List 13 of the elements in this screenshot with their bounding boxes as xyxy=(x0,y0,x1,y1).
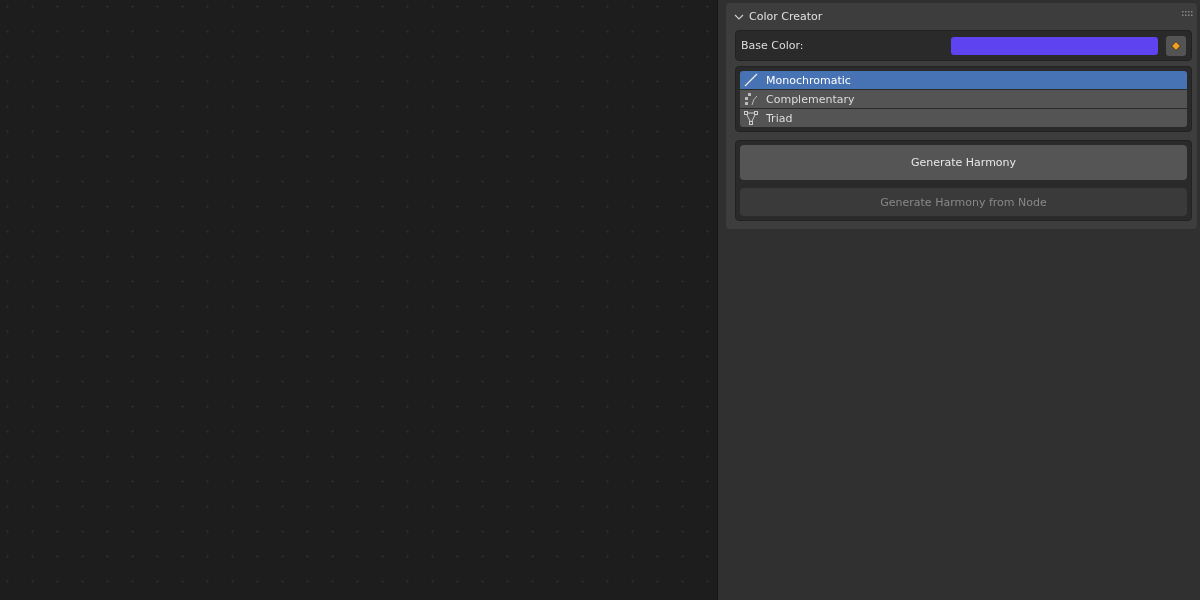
harmony-list-item[interactable]: Triad xyxy=(740,109,1187,127)
drag-handle-icon[interactable] xyxy=(1182,11,1193,17)
squares-curve-icon xyxy=(744,92,758,106)
panel-title[interactable]: Color Creator xyxy=(749,10,1177,23)
triangle-icon xyxy=(744,111,758,125)
generate-button[interactable]: Generate Harmony xyxy=(740,145,1187,180)
base-color-label: Base Color: xyxy=(741,39,805,52)
diamond-icon xyxy=(1171,40,1181,51)
keyframe-button[interactable] xyxy=(1166,35,1186,56)
harmony-list-item[interactable]: Monochromatic xyxy=(740,71,1187,89)
color-swatch[interactable] xyxy=(951,36,1158,55)
harmony-list-item[interactable]: Complementary xyxy=(740,90,1187,108)
diagonal-line-icon xyxy=(744,73,758,87)
